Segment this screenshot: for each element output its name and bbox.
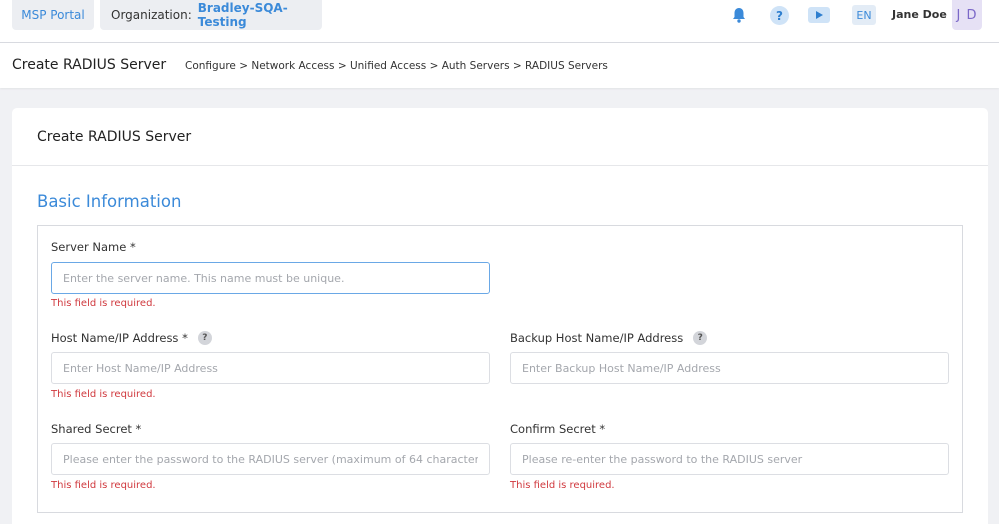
- msp-portal-label: MSP Portal: [21, 8, 85, 22]
- host-input[interactable]: [51, 352, 490, 384]
- msp-portal-button[interactable]: MSP Portal: [12, 0, 94, 30]
- help-glyph: ?: [776, 8, 783, 23]
- shared-secret-error: This field is required.: [51, 480, 156, 491]
- shared-secret-label: Shared Secret *: [51, 422, 141, 436]
- question-mark-icon[interactable]: ?: [693, 331, 708, 345]
- page-header: Create RADIUS Server Configure > Network…: [0, 43, 999, 88]
- host-label-text: Host Name/IP Address *: [51, 331, 188, 345]
- host-label: Host Name/IP Address * ?: [51, 331, 212, 345]
- backup-host-label: Backup Host Name/IP Address ?: [510, 331, 708, 345]
- section-title: Basic Information: [37, 192, 182, 211]
- organization-label: Organization:: [111, 8, 192, 22]
- organization-name: Bradley-SQA-Testing: [197, 1, 288, 29]
- create-radius-card: Create RADIUS Server Basic Information S…: [12, 108, 988, 524]
- page-title: Create RADIUS Server: [12, 57, 167, 73]
- shared-secret-input[interactable]: [51, 443, 490, 475]
- top-bar: MSP Portal Organization: Bradley-SQA-Tes…: [0, 0, 999, 43]
- confirm-secret-label: Confirm Secret *: [510, 422, 605, 436]
- bell-icon[interactable]: [730, 6, 748, 24]
- basic-information-form: Server Name * This field is required. Ho…: [37, 225, 963, 513]
- card-header: Create RADIUS Server: [12, 108, 988, 166]
- play-video-icon[interactable]: [808, 7, 830, 23]
- card-title: Create RADIUS Server: [37, 129, 192, 145]
- avatar[interactable]: J D: [952, 0, 982, 30]
- server-name-input[interactable]: [51, 262, 490, 294]
- backup-host-label-text: Backup Host Name/IP Address: [510, 331, 684, 345]
- host-error: This field is required.: [51, 389, 156, 400]
- shared-secret-label-text: Shared Secret *: [51, 422, 142, 436]
- language-selector[interactable]: EN: [852, 5, 876, 25]
- confirm-secret-error: This field is required.: [510, 480, 615, 491]
- user-name[interactable]: Jane Doe: [892, 8, 947, 21]
- server-name-label-text: Server Name *: [51, 240, 136, 254]
- breadcrumb[interactable]: Configure > Network Access > Unified Acc…: [185, 60, 608, 72]
- confirm-secret-label-text: Confirm Secret *: [510, 422, 606, 436]
- help-circle-icon[interactable]: ?: [770, 6, 789, 25]
- server-name-label: Server Name *: [51, 240, 136, 254]
- question-mark-icon[interactable]: ?: [197, 331, 212, 345]
- confirm-secret-input[interactable]: [510, 443, 949, 475]
- server-name-error: This field is required.: [51, 298, 156, 309]
- organization-selector[interactable]: Organization: Bradley-SQA-Testing: [100, 0, 322, 30]
- backup-host-input[interactable]: [510, 352, 949, 384]
